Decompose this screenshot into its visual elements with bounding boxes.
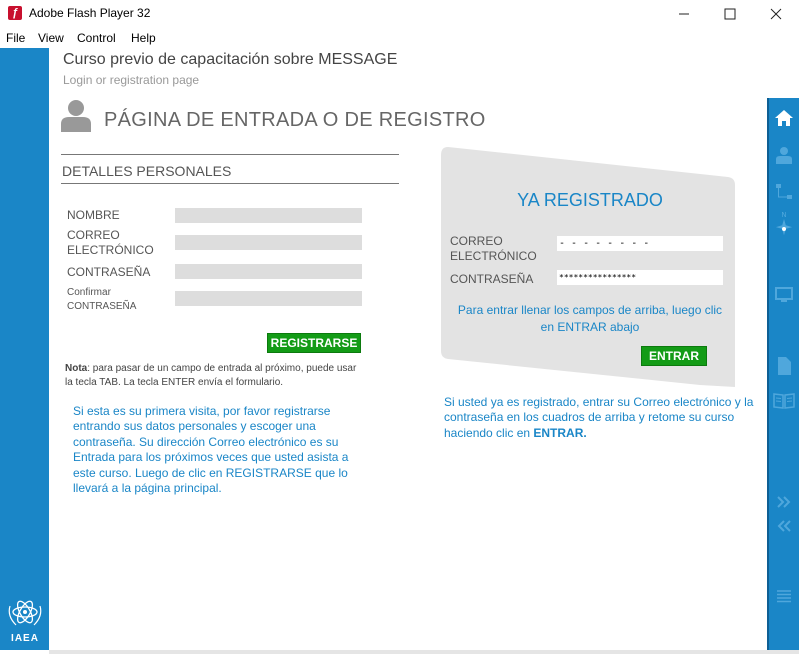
note-bold: Nota: [65, 363, 88, 374]
sitemap-button[interactable]: [769, 183, 799, 201]
book-icon: [773, 393, 795, 409]
menu-control[interactable]: Control: [77, 31, 116, 45]
svg-text:N: N: [781, 211, 786, 219]
document-icon: [778, 357, 791, 375]
enter-button[interactable]: ENTRAR: [641, 346, 707, 366]
login-email-label: CORREO ELECTRÓNICO: [450, 234, 537, 263]
menu-bar: File View Control Help: [0, 28, 799, 48]
atom-icon: [8, 600, 42, 626]
login-password-input[interactable]: ****************: [557, 270, 723, 285]
left-sidebar: IAEA: [0, 48, 49, 650]
logo-text: IAEA: [11, 633, 39, 644]
flash-icon: ƒ: [8, 6, 22, 20]
sitemap-icon: [776, 184, 792, 199]
previous-button[interactable]: [769, 519, 799, 533]
menu-view[interactable]: View: [38, 31, 64, 45]
user-button[interactable]: [769, 146, 799, 164]
login-password-label: CONTRASEÑA: [450, 272, 534, 286]
monitor-button[interactable]: [769, 286, 799, 304]
next-icon: [777, 496, 791, 508]
section-title: DETALLES PERSONALES: [62, 163, 232, 179]
menu-file[interactable]: File: [6, 31, 25, 45]
user-icon: [61, 100, 91, 132]
email-label: CORREO ELECTRÓNICO: [67, 228, 154, 257]
menu-icon: [777, 590, 791, 603]
home-icon: [775, 110, 793, 126]
title-bar: ƒ Adobe Flash Player 32: [0, 0, 799, 28]
home-button[interactable]: [769, 108, 799, 128]
minimize-icon: [679, 13, 689, 15]
password-input[interactable]: [175, 264, 362, 279]
window-title: Adobe Flash Player 32: [29, 6, 151, 20]
email-input[interactable]: [175, 235, 362, 250]
divider: [61, 183, 399, 184]
course-subtitle: Login or registration page: [63, 73, 200, 87]
login-info: Si usted ya es registrado, entrar su Cor…: [444, 395, 764, 441]
next-button[interactable]: [769, 495, 799, 509]
name-input[interactable]: [175, 208, 362, 223]
book-button[interactable]: [769, 392, 799, 410]
confirm-password-label: Confirmar CONTRASEÑA: [67, 287, 137, 312]
previous-icon: [777, 520, 791, 532]
login-info-bold: ENTRAR.: [533, 425, 587, 440]
user-icon: [776, 147, 792, 164]
register-button[interactable]: REGISTRARSE: [267, 333, 361, 353]
note-text: Nota: para pasar de un campo de entrada …: [65, 362, 365, 390]
confirm-password-input[interactable]: [175, 291, 362, 306]
login-title: YA REGISTRADO: [517, 190, 663, 210]
login-info-text: Si usted ya es registrado, entrar su Cor…: [444, 395, 754, 440]
compass-button[interactable]: N: [769, 210, 799, 238]
divider: [61, 154, 399, 155]
flash-stage: IAEA Curso previo de capacitación sobre …: [0, 48, 799, 654]
page-heading: PÁGINA DE ENTRADA O DE REGISTRO: [104, 109, 486, 131]
iaea-logo: IAEA: [4, 598, 46, 646]
maximize-button[interactable]: [707, 0, 753, 28]
close-icon: [770, 8, 782, 20]
compass-icon: N: [775, 211, 793, 236]
name-label: NOMBRE: [67, 208, 120, 222]
login-email-input[interactable]: - - - - - - - -: [557, 236, 723, 251]
bottom-strip: [49, 650, 799, 654]
document-button[interactable]: [769, 356, 799, 376]
course-title: Curso previo de capacitación sobre MESSA…: [63, 51, 398, 68]
menu-help[interactable]: Help: [131, 31, 156, 45]
right-sidebar: N: [767, 98, 799, 650]
note-body: : para pasar de un campo de entrada al p…: [65, 363, 357, 388]
monitor-icon: [775, 287, 793, 302]
close-button[interactable]: [753, 0, 799, 28]
menu-button[interactable]: [769, 589, 799, 603]
minimize-button[interactable]: [661, 0, 707, 28]
registration-info: Si esta es su primera visita, por favor …: [73, 404, 349, 496]
password-label: CONTRASEÑA: [67, 265, 151, 279]
login-card-info: Para entrar llenar los campos de arriba,…: [457, 303, 723, 334]
maximize-icon: [724, 8, 736, 20]
